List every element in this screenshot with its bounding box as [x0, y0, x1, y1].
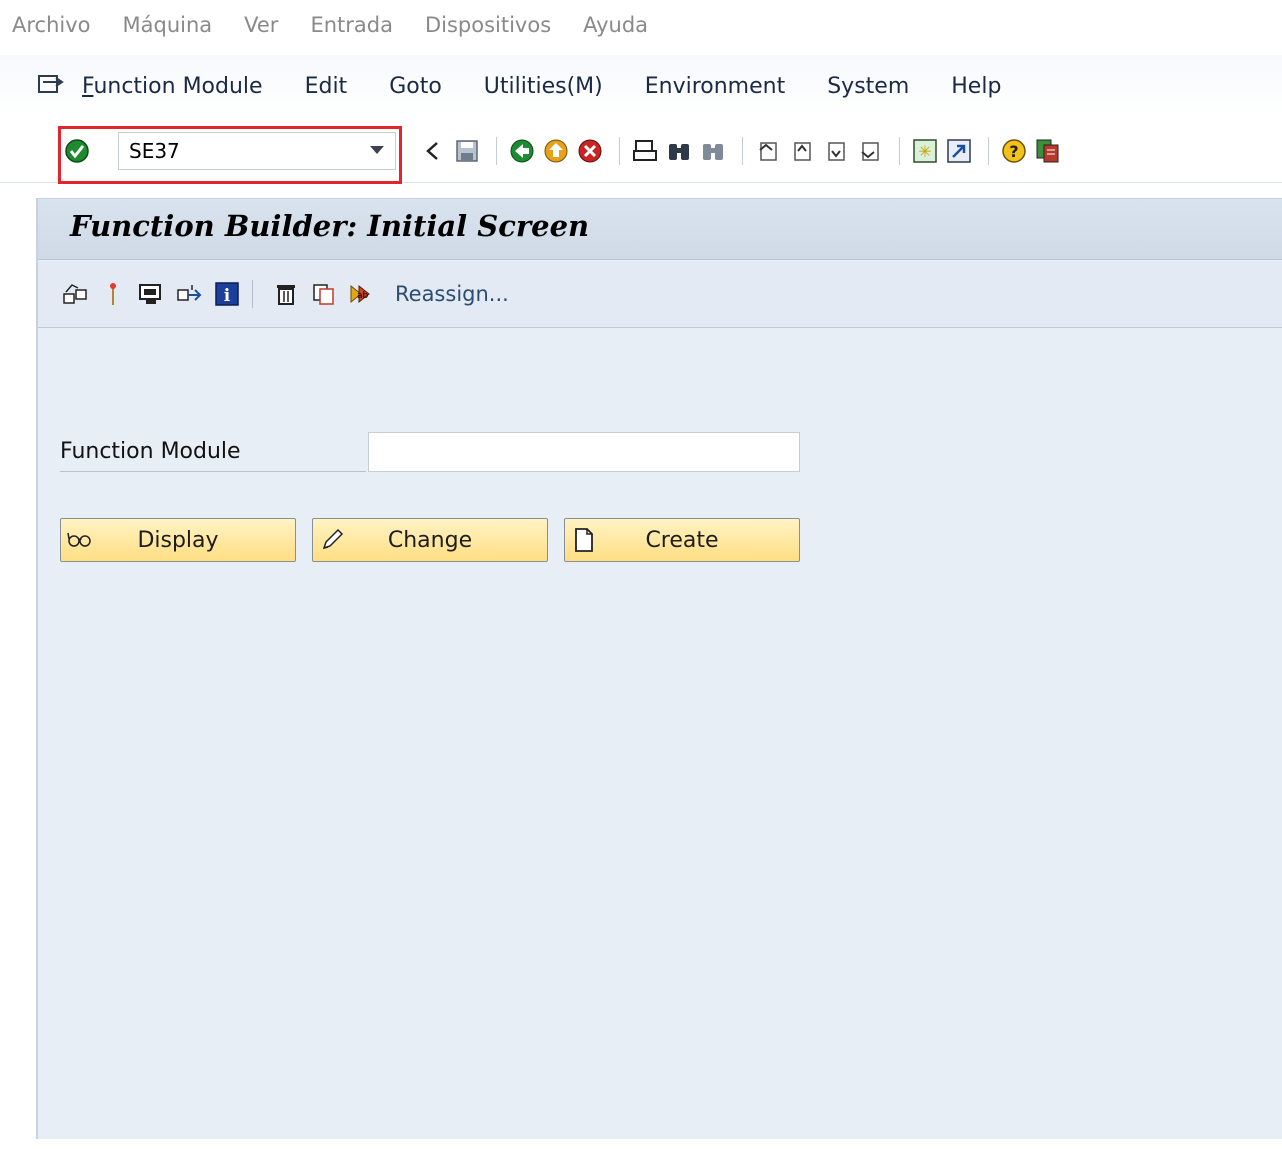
host-menu-entrada[interactable]: Entrada: [310, 13, 393, 37]
first-page-icon[interactable]: [753, 136, 783, 166]
svg-text:✳: ✳: [918, 142, 931, 161]
host-menu-ver[interactable]: Ver: [244, 13, 278, 37]
menu-help-label: Help: [951, 73, 1002, 99]
host-menu-ayuda[interactable]: Ayuda: [583, 13, 648, 37]
next-page-icon[interactable]: [821, 136, 851, 166]
function-module-label: Function Module: [60, 439, 241, 464]
menu-utilities[interactable]: Utilities(M): [484, 74, 603, 99]
menu-function-module[interactable]: Function Module: [82, 74, 263, 99]
help-icon[interactable]: ?: [999, 136, 1029, 166]
svg-text:ab: ab: [357, 291, 369, 301]
collapse-arrow-icon[interactable]: [418, 136, 448, 166]
system-toolbar-icons: ✳ ?: [418, 134, 1067, 168]
command-field-highlight: [58, 126, 402, 184]
toolbar-separator: [988, 137, 989, 165]
toolbar-separator: [496, 137, 497, 165]
display-button-label: Display: [137, 527, 219, 553]
find-next-icon[interactable]: [698, 136, 728, 166]
menu-environment[interactable]: Environment: [645, 74, 785, 99]
toolbar-separator: [742, 137, 743, 165]
host-menu-archivo[interactable]: Archivo: [12, 13, 91, 37]
menu-utilities-label: Utilities(M): [483, 73, 603, 99]
menu-edit[interactable]: Edit: [305, 74, 348, 99]
toolbar-separator: [252, 280, 253, 308]
layout-menu-icon[interactable]: [1033, 136, 1063, 166]
svg-text:i: i: [224, 286, 231, 306]
sap-menu-bar: Function Module Edit Goto Utilities(M) E…: [0, 55, 1282, 117]
save-icon[interactable]: [452, 136, 482, 166]
function-module-input[interactable]: [368, 432, 800, 472]
copy-icon[interactable]: [309, 279, 339, 309]
menu-system[interactable]: System: [827, 74, 909, 99]
menu-goto[interactable]: Goto: [389, 74, 442, 99]
host-menu-maquina[interactable]: Máquina: [123, 13, 213, 37]
host-menu-bar: Archivo Máquina Ver Entrada Dispositivos…: [0, 0, 1282, 50]
screen-content: Function Builder: Initial Screen i ab Re…: [36, 198, 1282, 1139]
print-icon[interactable]: [630, 136, 660, 166]
new-session-icon[interactable]: ✳: [910, 136, 940, 166]
shortcut-icon[interactable]: [944, 136, 974, 166]
reassign-button[interactable]: Reassign...: [395, 282, 509, 306]
menu-edit-label: Edit: [304, 73, 348, 99]
application-toolbar: i ab Reassign...: [38, 261, 1282, 328]
system-toolbar: SE37 ✳ ?: [0, 118, 1282, 184]
other-object-icon[interactable]: [60, 279, 90, 309]
create-button[interactable]: Create: [564, 518, 800, 562]
svg-text:?: ?: [1009, 142, 1018, 161]
menu-help[interactable]: Help: [951, 74, 1001, 99]
toolbar-separator: [899, 137, 900, 165]
glasses-icon: [65, 525, 95, 555]
info-icon[interactable]: i: [212, 279, 242, 309]
toolbar-separator: [619, 137, 620, 165]
delete-icon[interactable]: [271, 279, 301, 309]
pencil-icon: [317, 525, 347, 555]
host-menu-dispositivos[interactable]: Dispositivos: [425, 13, 551, 37]
previous-page-icon[interactable]: [787, 136, 817, 166]
display-button[interactable]: Display: [60, 518, 296, 562]
menu-environment-label: Environment: [644, 73, 786, 99]
last-page-icon[interactable]: [855, 136, 885, 166]
sap-menu-icon[interactable]: [38, 74, 68, 98]
check-object-icon[interactable]: [98, 279, 128, 309]
create-button-label: Create: [645, 527, 719, 553]
title-bar: Function Builder: Initial Screen: [38, 199, 1282, 260]
activate-icon[interactable]: [136, 279, 166, 309]
rename-icon[interactable]: ab: [347, 279, 377, 309]
back-icon[interactable]: [507, 136, 537, 166]
find-icon[interactable]: [664, 136, 694, 166]
exit-icon[interactable]: [541, 136, 571, 166]
label-underline: [60, 471, 366, 472]
page-title: Function Builder: Initial Screen: [70, 209, 590, 243]
change-button[interactable]: Change: [312, 518, 548, 562]
cancel-icon[interactable]: [575, 136, 605, 166]
menu-goto-label: Goto: [389, 73, 442, 99]
new-document-icon: [569, 525, 599, 555]
menu-function-module-label: unction Module: [93, 73, 263, 99]
change-button-label: Change: [387, 527, 473, 553]
test-direct-icon[interactable]: [174, 279, 204, 309]
menu-system-label: System: [827, 73, 910, 99]
